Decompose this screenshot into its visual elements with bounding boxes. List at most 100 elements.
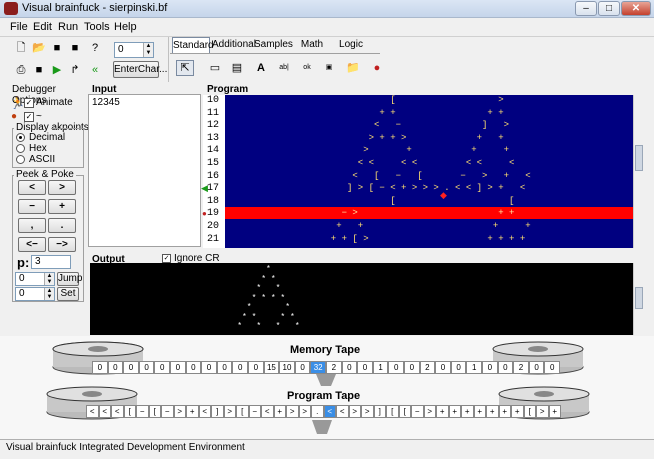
output-line: * * [194,274,276,284]
output-scrollbar[interactable] [633,263,644,335]
save-as-icon[interactable]: ■ [66,40,84,56]
input-textarea[interactable]: 12345 [88,94,201,247]
peek-input-button[interactable]: , [18,218,46,233]
code-line: < < < < < < < [293,158,515,168]
code-line: > + + > + + [293,132,504,143]
rewind-icon[interactable]: « [86,62,104,78]
peek-output-button[interactable]: . [48,218,76,233]
folder-icon[interactable]: 📁 [344,60,362,76]
menu-tools[interactable]: Tools [84,21,110,33]
tape-area: Memory Tape 0 0 0 0 0 0 0 0 0 0 0 15 10 0 32 2 0 0 1 0 0 2 0 0 1… [0,336,654,439]
program-cell: + [273,405,286,418]
memory-cell: 0 [450,361,467,374]
animate-checkbox[interactable]: ✓ [24,98,34,108]
char-spinner[interactable]: 0 ▲ ▼ [114,42,154,58]
component-icon[interactable]: ▤ [228,60,246,76]
memory-cell: 0 [294,361,311,374]
jump-field[interactable]: 0 ▲ ▼ [15,272,55,286]
line-number: 20 [207,221,220,232]
program-cell: > [286,405,299,418]
set-field[interactable]: 0 ▲ ▼ [15,287,55,301]
program-cell: [ [386,405,399,418]
peek-dec-button[interactable]: − [18,199,46,214]
memory-cell: 0 [248,361,264,374]
output-line: * * * * [194,312,295,322]
print-icon[interactable]: ⎙ [12,62,30,78]
tab-logic[interactable]: Logic [336,37,366,54]
memory-cell: 0 [528,361,545,374]
program-editor[interactable]: ◆ [ > + + + + < − ] > > + + > + + > + + … [225,95,633,248]
ignore-cr-checkbox[interactable]: ✓ [162,254,171,263]
peek-back-button[interactable]: <− [18,237,46,252]
radio-hex-label: Hex [29,143,47,154]
help-icon[interactable]: ? [86,40,104,56]
pointer-icon[interactable]: ⇱ [176,60,194,76]
program-cell: ] [211,405,224,418]
set-button[interactable]: Set [57,287,79,301]
program-scrollbar[interactable] [633,95,644,248]
radio-hex[interactable] [16,144,25,153]
program-cell: [ [123,405,136,418]
program-cell: + [186,405,199,418]
stop-icon[interactable]: ■ [30,62,48,78]
text-icon[interactable]: A [252,60,270,76]
memory-cell: 0 [107,361,124,374]
enter-char-button[interactable]: EnterChar... [113,61,167,78]
maximize-button[interactable]: □ [598,1,620,16]
program-cell: [ [148,405,161,418]
program-scroll-thumb[interactable] [635,145,643,171]
program-cell: < [198,405,211,418]
program-cell: [ [523,405,536,418]
menu-edit[interactable]: Edit [33,21,52,33]
jump-spinner-icon[interactable]: ▲ ▼ [44,273,54,285]
program-cell: . [311,405,324,418]
program-cell: > [223,405,236,418]
tab-math[interactable]: Math [298,37,326,54]
menu-file[interactable]: File [10,21,28,33]
program-cell: + [461,405,474,418]
input-text: 12345 [92,97,120,108]
output-line: * * * * [194,293,286,303]
line-number: 12 [207,120,220,132]
new-file-icon[interactable]: 🗋 [12,40,30,56]
program-cell: < [261,405,274,418]
step-icon[interactable]: ↱ [66,62,84,78]
peek-forward-button[interactable]: −> [48,237,76,252]
peek-inc-button[interactable]: + [48,199,76,214]
program-cell: < [336,405,349,418]
radio-ascii[interactable] [16,155,25,164]
run-icon[interactable]: ▶ [48,62,66,78]
close-button[interactable]: ✕ [621,1,651,16]
peek-right-button[interactable]: > [48,180,76,195]
menu-help[interactable]: Help [114,21,137,33]
peek-left-button[interactable]: < [18,180,46,195]
memory-cell: 0 [216,361,233,374]
spinner-arrows-icon[interactable]: ▲ ▼ [143,43,153,57]
jump-button[interactable]: Jump [57,272,82,286]
form-icon[interactable]: ▭ [206,60,224,76]
ok-icon[interactable]: ok [298,60,316,76]
panel-icon[interactable]: ▣ [320,60,338,76]
title-bar: Visual brainfuck - sierpinski.bf – □ ✕ [0,0,654,18]
pointer-field[interactable]: 3 [31,255,71,269]
breakpoints-checkbox[interactable]: ✓ [24,112,34,122]
radio-decimal[interactable] [16,133,25,142]
output-scroll-thumb[interactable] [635,287,643,309]
set-spinner-icon[interactable]: ▲ ▼ [44,288,54,300]
ab-icon[interactable]: ab| [275,60,293,76]
tab-samples[interactable]: Samples [254,37,293,54]
minimize-button[interactable]: – [575,1,597,16]
output-line: * * * * [194,322,300,331]
apple-icon[interactable]: ● [368,60,386,76]
set-value: 0 [19,288,25,299]
save-icon[interactable]: ■ [48,40,66,56]
code-line: < [ − [ − > + < [293,170,531,181]
tab-additional[interactable]: Additional [212,37,256,54]
program-cell: − [161,405,174,418]
open-folder-icon[interactable]: 📂 [30,40,48,56]
tab-standard[interactable]: Standard [172,37,214,54]
jump-value: 0 [19,273,25,284]
menu-run[interactable]: Run [58,21,78,33]
line-number: 16 [207,170,220,182]
code-line: + + + + [293,221,531,231]
